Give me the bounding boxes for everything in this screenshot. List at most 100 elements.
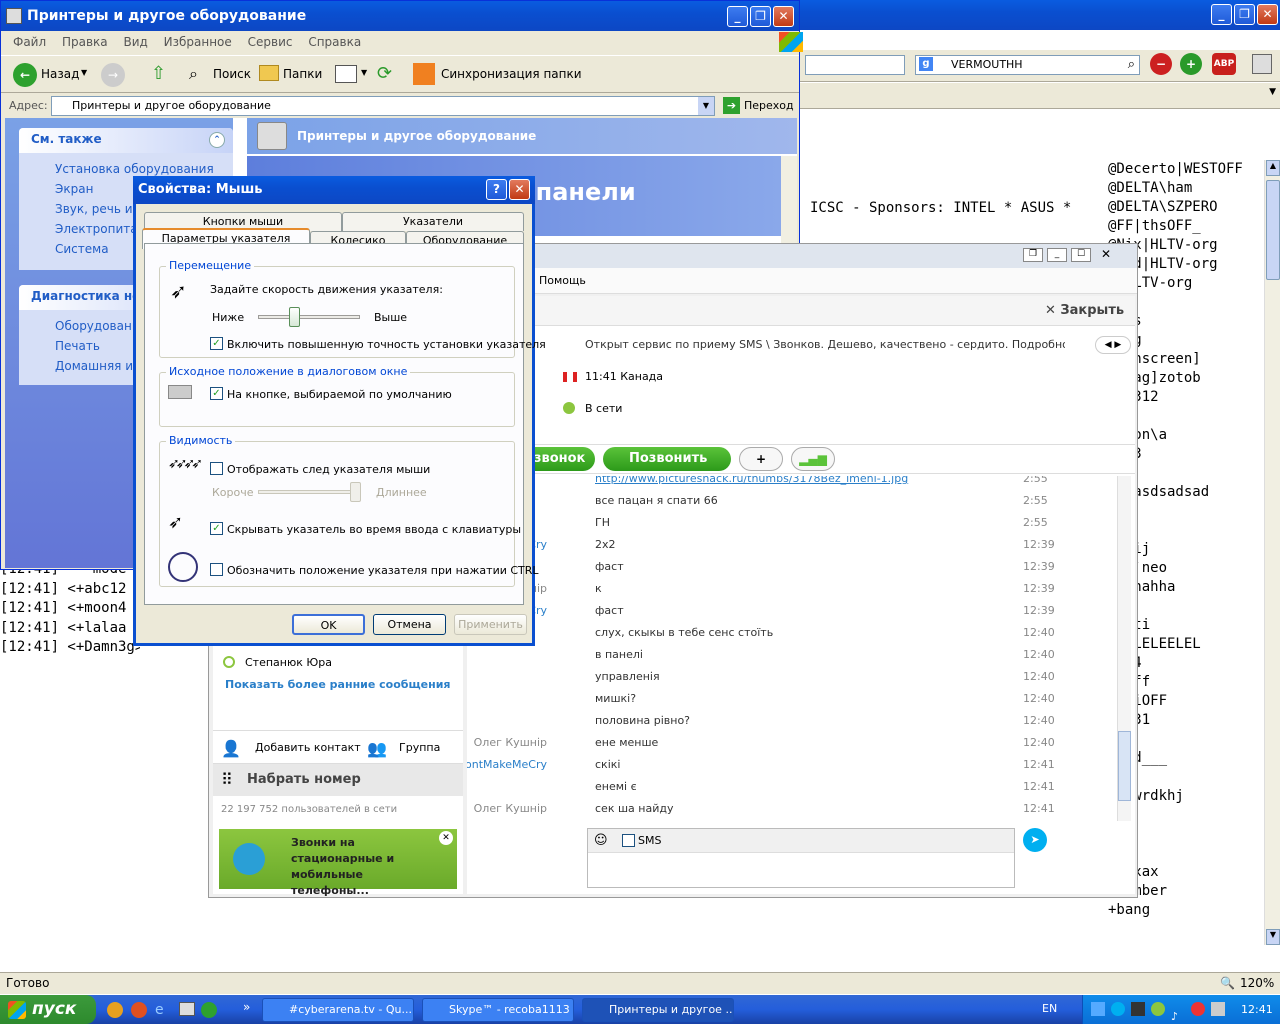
nick-item[interactable]: +bang [1108, 901, 1263, 920]
scroll-up-arrow[interactable]: ▲ [1266, 160, 1280, 176]
ctrl-checkbox[interactable] [210, 563, 223, 576]
device-icon[interactable] [1211, 1002, 1225, 1016]
add-icon[interactable]: + [739, 447, 783, 471]
winamp-icon[interactable] [107, 1002, 123, 1018]
dial-pad-row[interactable]: ⠿ Набрать номер [213, 764, 463, 796]
menu-edit[interactable]: Правка [62, 31, 108, 53]
close-button[interactable]: ✕ [773, 6, 794, 27]
help-button[interactable]: ? [486, 179, 507, 200]
magnifier-icon[interactable]: ⌕ [1128, 56, 1135, 74]
menu-help[interactable]: Помощь [539, 274, 586, 287]
back-arrow-icon[interactable]: ← [13, 63, 37, 87]
restore-icon[interactable]: ❐ [1023, 248, 1043, 262]
chevron-down-icon[interactable]: ▼ [698, 97, 714, 115]
chevron-down-icon[interactable]: ▼ [81, 68, 87, 77]
nick-item[interactable]: @DELTA\ham [1108, 179, 1263, 198]
trails-slider-thumb[interactable] [349, 482, 361, 502]
forward-arrow-icon[interactable]: → [101, 63, 125, 87]
icq-icon[interactable] [201, 1002, 217, 1018]
contact-item[interactable]: Степанюк Юра [245, 656, 332, 669]
menu-favorites[interactable]: Избранное [164, 31, 232, 53]
mood-scroll-arrows[interactable]: ◀ ▶ [1095, 336, 1131, 354]
search-icon[interactable]: ⌕ [189, 64, 198, 84]
views-icon[interactable] [335, 65, 357, 83]
address-input[interactable]: Принтеры и другое оборудование ▼ [51, 96, 715, 116]
task-skype[interactable]: Skype™ - recoba1113 [422, 998, 574, 1022]
group-icon[interactable]: 👥 [367, 739, 387, 758]
desktop-icon[interactable] [179, 1002, 195, 1016]
signal-icon[interactable]: ▂▄▆ [791, 447, 835, 471]
antivirus-icon[interactable] [1191, 1002, 1205, 1016]
tab-list-icon[interactable]: ▼ [1269, 87, 1276, 97]
up-folder-icon[interactable]: ⇧ [151, 63, 166, 84]
skype-tray-icon[interactable] [1111, 1002, 1125, 1016]
start-button[interactable]: пуск [0, 995, 96, 1024]
zoom-out-icon[interactable]: − [1150, 53, 1172, 75]
nick-item[interactable]: @DELTA\SZPERO [1108, 198, 1263, 217]
refresh-icon[interactable]: ⟳ [377, 63, 392, 84]
minimize-button[interactable]: _ [1211, 4, 1232, 25]
message-input[interactable]: ☺ SMS [587, 828, 1015, 888]
send-icon[interactable]: ➤ [1023, 828, 1047, 852]
close-button[interactable]: ✕ [1257, 4, 1278, 25]
zoom-in-icon[interactable]: + [1180, 53, 1202, 75]
search-button[interactable]: Поиск [213, 67, 251, 81]
more-icon[interactable]: » [243, 1000, 250, 1014]
nick-list-scrollbar[interactable]: ▲ ▼ [1264, 160, 1280, 945]
language-indicator[interactable]: EN [1042, 1002, 1057, 1015]
tab-pointers[interactable]: Указатели [342, 212, 524, 231]
scroll-thumb[interactable] [1266, 180, 1280, 280]
add-contact-button[interactable]: Добавить контакт [255, 741, 361, 754]
add-contact-icon[interactable]: 👤 [221, 739, 241, 758]
message-author[interactable]: DontMakeMeCry [467, 754, 547, 776]
task-explorer[interactable]: Принтеры и другое ... [582, 998, 734, 1022]
collapse-icon[interactable]: ⌃ [209, 132, 225, 148]
search-input[interactable]: g VERMOUTHH ⌕ [915, 55, 1140, 75]
menu-tools[interactable]: Сервис [248, 31, 293, 53]
menu-file[interactable]: Файл [13, 31, 46, 53]
snap-to-checkbox[interactable]: ✓ [210, 387, 223, 400]
promo-banner[interactable]: Звонки на стационарные и мобильные телеф… [219, 829, 457, 897]
sms-checkbox[interactable] [622, 834, 635, 847]
chat-scrollbar[interactable] [1117, 476, 1131, 821]
trails-checkbox[interactable] [210, 462, 223, 475]
menu-view[interactable]: Вид [123, 31, 147, 53]
group-button[interactable]: Группа [399, 741, 440, 754]
network-icon[interactable] [1091, 1002, 1105, 1016]
ok-button[interactable]: OK [292, 614, 365, 635]
go-button[interactable]: Переход [744, 99, 794, 112]
close-icon[interactable]: ✕ [439, 831, 453, 845]
hide-pointer-checkbox[interactable]: ✓ [210, 522, 223, 535]
scroll-thumb[interactable] [1118, 731, 1131, 801]
folders-button[interactable]: Папки [283, 67, 322, 81]
sync-icon[interactable] [413, 63, 435, 85]
app-tray-icon[interactable] [1131, 1002, 1145, 1016]
show-earlier-link[interactable]: Показать более ранние сообщения [225, 678, 450, 691]
volume-icon[interactable]: ♪ [1171, 1002, 1185, 1023]
url-field[interactable] [805, 55, 905, 75]
call-button[interactable]: Позвонить [603, 447, 731, 471]
apply-button[interactable]: Применить [454, 614, 527, 635]
scroll-down-arrow[interactable]: ▼ [1266, 929, 1280, 945]
maximize-icon[interactable]: ☐ [1071, 248, 1091, 262]
speed-slider-thumb[interactable] [288, 307, 300, 327]
minimize-icon[interactable]: _ [1047, 248, 1067, 262]
emoticon-icon[interactable]: ☺ [594, 833, 608, 848]
nick-item[interactable]: @FF|thsOFF_ [1108, 217, 1263, 236]
folders-icon[interactable] [259, 65, 279, 81]
chevron-down-icon[interactable]: ▼ [361, 68, 367, 77]
status-tray-icon[interactable] [1151, 1002, 1165, 1016]
minimize-button[interactable]: _ [727, 6, 748, 27]
adblock-icon[interactable]: ABP [1212, 53, 1236, 75]
see-also-header[interactable]: См. также ⌃ [19, 128, 233, 153]
close-icon[interactable]: ✕ [1101, 247, 1111, 261]
precision-checkbox[interactable]: ✓ [210, 337, 223, 350]
nick-item[interactable]: @Decerto|WESTOFF [1108, 160, 1263, 179]
message-text[interactable]: http://www.picturesnack.ru/thumbs/3178Be… [595, 476, 908, 490]
cancel-button[interactable]: Отмена [373, 614, 446, 635]
close-chat-button[interactable]: ✕ Закрыть [1045, 303, 1124, 318]
ie-icon[interactable]: e [155, 1002, 171, 1018]
maximize-button[interactable]: ❐ [750, 6, 771, 27]
close-button[interactable]: ✕ [509, 179, 530, 200]
task-firefox[interactable]: #cyberarena.tv - Qu... [262, 998, 414, 1022]
